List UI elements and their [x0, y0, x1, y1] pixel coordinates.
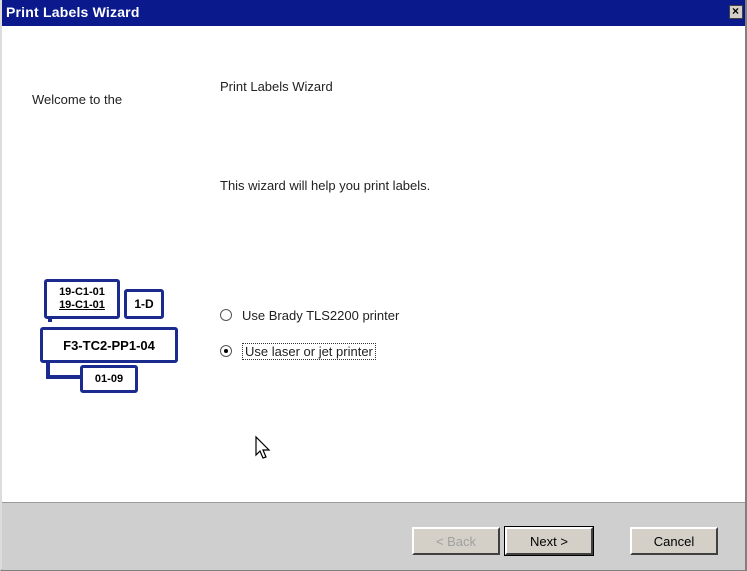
label-tag-2-text: 1-D [134, 297, 154, 311]
title-bar[interactable]: Print Labels Wizard × [2, 0, 745, 26]
welcome-text: Welcome to the [32, 92, 123, 107]
radio-laser-printer[interactable] [220, 345, 232, 357]
cancel-button[interactable]: Cancel [630, 527, 718, 555]
label-tag-3-text: F3-TC2-PP1-04 [63, 337, 155, 353]
option-brady-printer[interactable]: Use Brady TLS2200 printer [220, 305, 399, 325]
close-button[interactable]: × [729, 4, 743, 19]
label-tag-3: F3-TC2-PP1-04 [40, 327, 178, 363]
next-button[interactable]: Next > [504, 526, 594, 556]
label-tag-1-line2: 19-C1-01 [59, 299, 105, 311]
label-tag-2: 1-D [124, 289, 164, 319]
back-button[interactable]: < Back [412, 527, 500, 555]
wizard-heading: Print Labels Wizard [220, 79, 333, 94]
mouse-cursor-icon [255, 435, 271, 459]
wizard-description: This wizard will help you print labels. [220, 178, 431, 193]
option-brady-label: Use Brady TLS2200 printer [242, 307, 400, 323]
close-icon: × [732, 4, 740, 18]
label-tag-4: 01-09 [80, 365, 138, 393]
window-title: Print Labels Wizard [6, 4, 140, 20]
wizard-window: Print Labels Wizard × Welcome to the 19-… [0, 0, 747, 571]
option-laser-label: Use laser or jet printer [242, 342, 376, 360]
option-laser-printer[interactable]: Use laser or jet printer [220, 341, 376, 361]
label-tag-4-text: 01-09 [94, 373, 124, 385]
label-tag-1-line1: 19-C1-01 [59, 286, 105, 298]
labels-illustration: 19-C1-01 19-C1-01 1-D F3-TC2-PP1-04 01-0… [40, 277, 180, 397]
label-tag-1: 19-C1-01 19-C1-01 [44, 279, 120, 319]
radio-brady-printer[interactable] [220, 309, 232, 321]
